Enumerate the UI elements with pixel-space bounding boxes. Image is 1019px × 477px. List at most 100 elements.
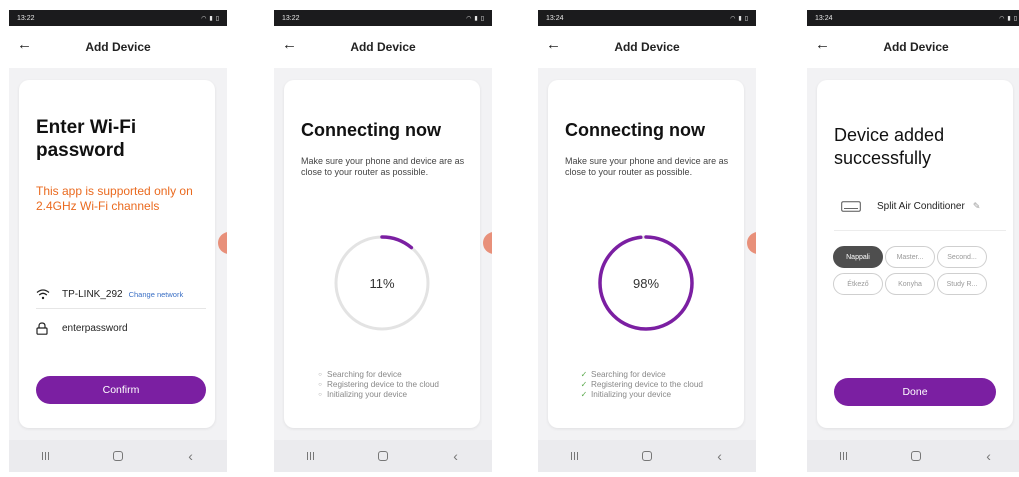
device-name-row[interactable]: Split Air Conditioner ✎ — [841, 198, 1001, 214]
room-chip[interactable]: Study R... — [937, 273, 987, 295]
system-nav-bar: ‹ — [274, 440, 492, 472]
step-item: ○ Searching for device — [316, 370, 439, 380]
password-field[interactable]: enterpassword — [36, 320, 208, 336]
back-arrow-icon[interactable]: ← — [815, 37, 831, 53]
divider — [36, 308, 206, 309]
status-icons: ◠ ▮ ▯ — [730, 15, 748, 22]
device-name: Split Air Conditioner — [877, 200, 965, 212]
recent-apps-icon — [839, 452, 847, 460]
home-button[interactable] — [103, 446, 133, 466]
change-network-link[interactable]: Change network — [129, 290, 184, 299]
chevron-left-icon: ‹ — [188, 448, 193, 464]
step-label: Initializing your device — [327, 390, 408, 399]
status-bar: 13:24 ◠ ▮ ▯ — [807, 10, 1019, 26]
back-arrow-icon[interactable]: ← — [282, 37, 298, 53]
status-bar: 13:22 ◠ ▮ ▯ — [274, 10, 492, 26]
app-bar: ← Add Device — [274, 26, 492, 68]
home-button[interactable] — [632, 446, 662, 466]
progress-percent: 11% — [369, 275, 395, 291]
step-label: Registering device to the cloud — [327, 380, 439, 389]
status-bar: 13:22 ◠ ▮ ▯ — [9, 10, 227, 26]
signal-icon: ▮ — [209, 15, 213, 22]
connecting-description: Make sure your phone and device are as c… — [301, 156, 465, 177]
app-bar: ← Add Device — [9, 26, 227, 68]
room-chip[interactable]: Étkező — [833, 273, 883, 295]
confirm-button[interactable]: Confirm — [36, 376, 206, 404]
step-list: ✓ Searching for device ✓ Registering devic… — [580, 370, 703, 400]
step-list: ○ Searching for device ○ Registering devic… — [316, 370, 439, 400]
done-button[interactable]: Done — [834, 378, 996, 406]
edge-panel-handle[interactable] — [747, 232, 756, 254]
password-value: enterpassword — [62, 322, 128, 334]
signal-icon: ▮ — [1007, 15, 1011, 22]
home-button[interactable] — [901, 446, 931, 466]
system-back-button[interactable]: ‹ — [176, 446, 206, 466]
pending-dot-icon: ○ — [318, 382, 322, 388]
status-time: 13:22 — [282, 14, 300, 22]
status-icons: ◠ ▮ ▯ — [999, 15, 1017, 22]
phone-screen-connecting-end: 13:24 ◠ ▮ ▯ ← Add Device Connecting now … — [538, 10, 756, 472]
edge-panel-handle[interactable] — [483, 232, 492, 254]
recent-apps-button[interactable] — [295, 446, 325, 466]
step-item: ✓ Initializing your device — [580, 390, 703, 400]
step-item: ✓ Registering device to the cloud — [580, 380, 703, 390]
connecting-description: Make sure your phone and device are as c… — [565, 156, 729, 177]
step-item: ○ Registering device to the cloud — [316, 380, 439, 390]
app-bar: ← Add Device — [538, 26, 756, 68]
status-icons: ◠ ▮ ▯ — [201, 15, 219, 22]
wifi-status-icon: ◠ — [466, 15, 472, 22]
content-card: Device added successfully Split Air Cond… — [817, 80, 1013, 428]
system-back-button[interactable]: ‹ — [441, 446, 471, 466]
recent-apps-button[interactable] — [828, 446, 858, 466]
back-arrow-icon[interactable]: ← — [17, 37, 33, 53]
home-icon — [377, 451, 388, 461]
wifi-network-row: TP-LINK_292 Change network — [36, 286, 208, 302]
phone-screen-wifi-password: 13:22 ◠ ▮ ▯ ← Add Device Enter Wi-Fi pas… — [9, 10, 227, 472]
phone-screen-connecting-start: 13:22 ◠ ▮ ▯ ← Add Device Connecting now … — [274, 10, 492, 472]
content-card: Connecting now Make sure your phone and … — [284, 80, 480, 428]
check-icon: ✓ — [580, 390, 588, 399]
battery-icon: ▯ — [1013, 15, 1017, 22]
wifi-icon — [36, 289, 50, 300]
recent-apps-button[interactable] — [559, 446, 589, 466]
check-icon: ✓ — [580, 380, 588, 389]
phone-screen-device-added: 13:24 ◠ ▮ ▯ ← Add Device Device added su… — [807, 10, 1019, 472]
battery-icon: ▯ — [215, 15, 219, 22]
room-chip[interactable]: Konyha — [885, 273, 935, 295]
back-arrow-icon[interactable]: ← — [546, 37, 562, 53]
status-icons: ◠ ▮ ▯ — [466, 15, 484, 22]
room-chip[interactable]: Master... — [885, 246, 935, 268]
system-back-button[interactable]: ‹ — [705, 446, 735, 466]
step-label: Searching for device — [327, 370, 402, 379]
edge-panel-handle[interactable] — [218, 232, 227, 254]
connecting-heading: Connecting now — [565, 120, 705, 140]
status-time: 13:24 — [546, 14, 564, 22]
battery-icon: ▯ — [744, 15, 748, 22]
page-title: Add Device — [614, 40, 680, 54]
chevron-left-icon: ‹ — [986, 448, 991, 464]
status-time: 13:24 — [815, 14, 833, 22]
edit-pencil-icon[interactable]: ✎ — [973, 201, 981, 212]
recent-apps-icon — [41, 452, 49, 460]
lock-icon — [36, 321, 48, 335]
wifi-status-icon: ◠ — [999, 15, 1005, 22]
recent-apps-icon — [306, 452, 314, 460]
app-bar: ← Add Device — [807, 26, 1019, 68]
air-conditioner-icon — [841, 200, 861, 212]
chevron-left-icon: ‹ — [453, 448, 458, 464]
signal-icon: ▮ — [738, 15, 742, 22]
content-card: Enter Wi-Fi password This app is support… — [19, 80, 215, 428]
success-heading: Device added successfully — [834, 125, 945, 168]
room-chip[interactable]: Nappali — [833, 246, 883, 268]
system-nav-bar: ‹ — [538, 440, 756, 472]
system-back-button[interactable]: ‹ — [974, 446, 1004, 466]
room-chip[interactable]: Second... — [937, 246, 987, 268]
divider — [834, 230, 1006, 231]
recent-apps-icon — [570, 452, 578, 460]
wifi-status-icon: ◠ — [730, 15, 736, 22]
recent-apps-button[interactable] — [30, 446, 60, 466]
connecting-heading: Connecting now — [301, 120, 441, 140]
system-nav-bar: ‹ — [807, 440, 1019, 472]
room-chip-group: Nappali Master... Second... Étkező Konyh… — [833, 246, 1013, 295]
home-button[interactable] — [368, 446, 398, 466]
